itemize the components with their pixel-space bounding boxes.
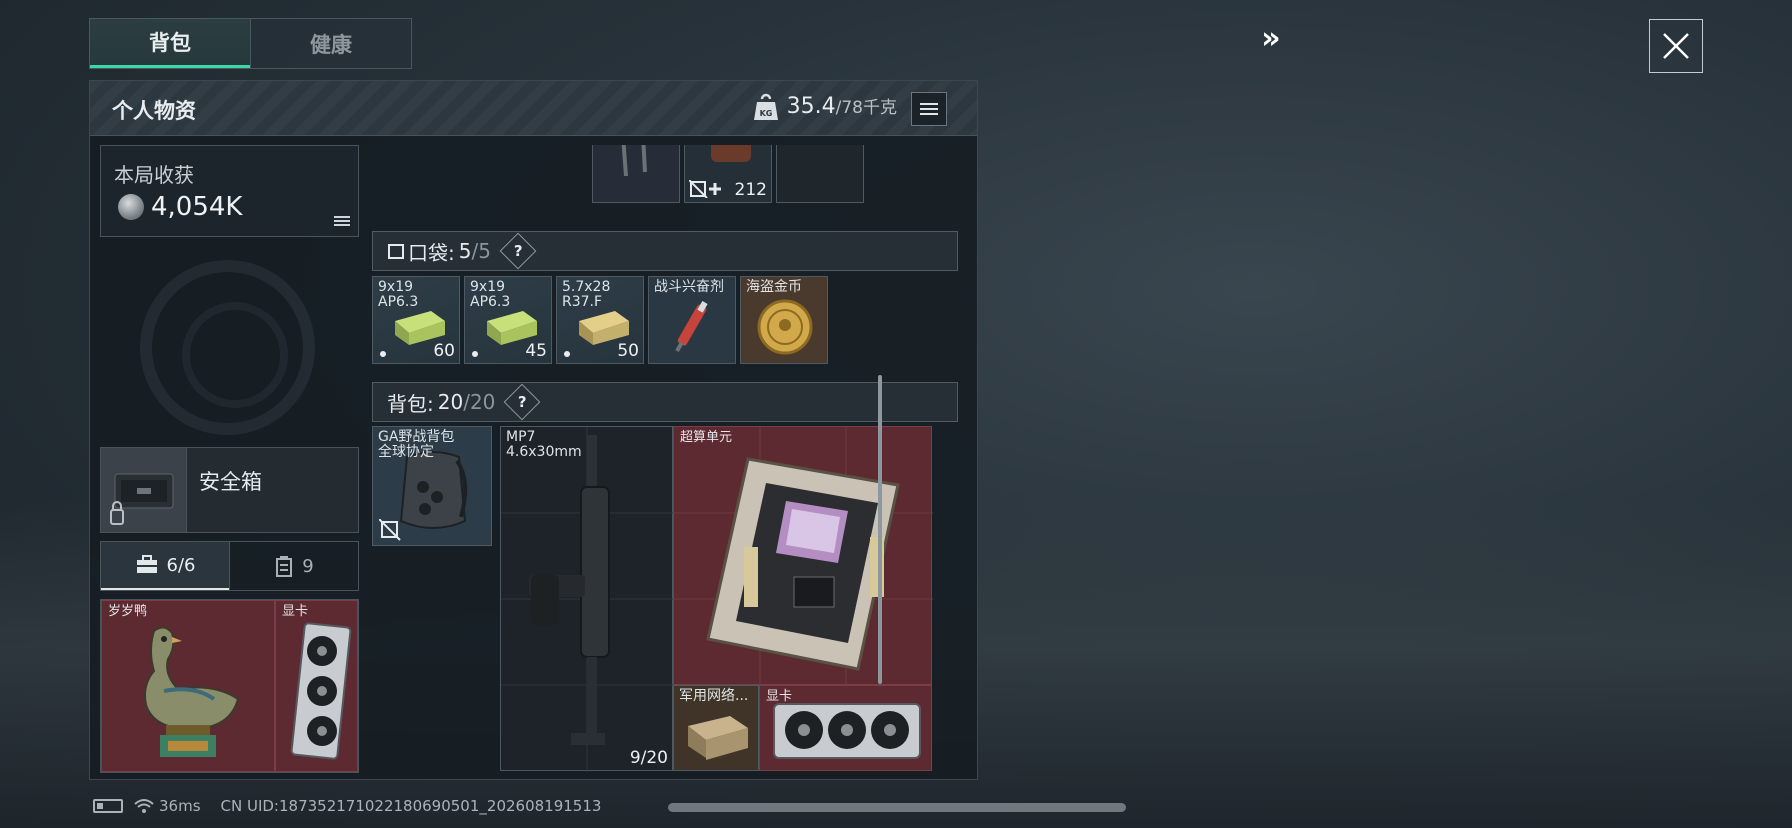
safebox-icon bbox=[110, 473, 174, 525]
supercomputing-unit-icon bbox=[674, 427, 933, 686]
coin-icon bbox=[118, 194, 144, 220]
list-icon bbox=[920, 100, 938, 118]
item-quantity: 60 bbox=[433, 341, 455, 361]
item-label: 9x19 AP6.3 bbox=[470, 279, 511, 310]
item-label: GA野战背包 全球协定 bbox=[378, 429, 455, 460]
kg-weight-icon: KG bbox=[753, 93, 778, 120]
weight-current: 35.4 bbox=[786, 94, 836, 119]
item-medkit[interactable]: 212 bbox=[684, 145, 772, 203]
item-label: 9x19 AP6.3 bbox=[378, 279, 419, 310]
duck-statue-icon bbox=[144, 626, 240, 757]
backpack-item-network[interactable]: 军用网络... bbox=[673, 685, 759, 771]
no-insure-plus-icon bbox=[689, 180, 721, 198]
weight-max: /78千克 bbox=[835, 98, 897, 118]
item-label: 海盗金币 bbox=[746, 279, 802, 295]
empty-slot[interactable] bbox=[776, 145, 864, 203]
backpack-count: 20 bbox=[437, 390, 464, 414]
no-insure-icon bbox=[379, 519, 401, 541]
expand-icon[interactable]: » bbox=[1254, 24, 1288, 54]
backpack-item-bag[interactable]: GA野战背包 全球协定 bbox=[372, 426, 492, 546]
list-view-button[interactable] bbox=[911, 92, 947, 126]
item-label: 战斗兴奋剂 bbox=[654, 279, 724, 295]
item-label: 岁岁鸭 bbox=[108, 604, 148, 619]
battery-icon bbox=[93, 799, 123, 813]
pockets-max: /5 bbox=[471, 239, 491, 263]
svg-text:KG: KG bbox=[759, 109, 772, 118]
round-harvest[interactable]: 本局收获 4,054K bbox=[100, 145, 359, 237]
pocket-item-4[interactable]: 战斗兴奋剂 bbox=[648, 276, 736, 364]
ammo-count: 9/20 bbox=[629, 748, 668, 768]
backpack-max: /20 bbox=[463, 390, 496, 414]
left-column: 本局收获 4,054K 安全箱 6/6 9 岁岁鸭 显卡 bbox=[100, 145, 359, 775]
tab-backpack[interactable]: 背包 bbox=[90, 19, 250, 68]
rarity-dot bbox=[472, 351, 478, 357]
tab-container[interactable]: 9 bbox=[229, 542, 358, 590]
container-count: 9 bbox=[302, 555, 314, 577]
wifi-icon bbox=[134, 799, 154, 813]
item-slot-partial[interactable] bbox=[592, 145, 680, 203]
item-label: 显卡 bbox=[282, 604, 309, 619]
close-icon bbox=[1663, 33, 1689, 59]
medkit-icon bbox=[711, 145, 751, 162]
item-gpu-small[interactable]: 显卡 bbox=[275, 600, 358, 772]
container-icon bbox=[276, 556, 293, 577]
help-icon: ? bbox=[513, 241, 523, 260]
pocket-item-5[interactable]: 海盗金币 bbox=[740, 276, 828, 364]
player-uid: CN UID:18735217102218069050​1_2026081915… bbox=[220, 797, 602, 815]
pouch-grid: 岁岁鸭 显卡 bbox=[100, 599, 359, 773]
item-label: 军用网络... bbox=[679, 688, 749, 704]
backpack-item-mp7[interactable]: MP7 4.6x30mm 9/20 bbox=[500, 426, 674, 772]
backpack-label: 背包: bbox=[387, 391, 434, 416]
backpack-item-supercomputer[interactable]: 超算单元 bbox=[673, 426, 933, 686]
backpack-header: 背包: 20 /20 ? bbox=[372, 382, 958, 422]
help-button[interactable]: ? bbox=[504, 383, 541, 421]
top-tab-bar: 背包 健康 bbox=[89, 18, 412, 69]
item-duck[interactable]: 岁岁鸭 bbox=[101, 600, 275, 772]
item-label: 超算单元 bbox=[680, 430, 733, 445]
item-quantity: 50 bbox=[617, 341, 639, 361]
weight-display: KG 35.4 /78千克 bbox=[753, 93, 897, 121]
safebox-thumbnail bbox=[101, 448, 187, 532]
tool-icon bbox=[621, 145, 647, 177]
smg-icon bbox=[501, 427, 674, 772]
right-column: 212 口袋: 5 /5 ? 9x19AP6.3 60 9x19AP6.3 bbox=[372, 145, 958, 775]
close-button[interactable] bbox=[1649, 19, 1703, 73]
inventory-scrollbar[interactable] bbox=[878, 375, 882, 684]
panel-title: 个人物资 bbox=[112, 99, 196, 123]
pouch-tabs: 6/6 9 bbox=[100, 541, 359, 591]
inventory-panel: 个人物资 KG 35.4 /78千克 本局收获 4,054K 安全箱 6/6 9… bbox=[89, 80, 978, 780]
pocket-item-2[interactable]: 9x19 AP6.3 45 bbox=[464, 276, 552, 364]
pockets-header: 口袋: 5 /5 ? bbox=[372, 231, 958, 271]
safebox-slot[interactable]: 安全箱 bbox=[100, 447, 359, 533]
item-label: MP7 4.6x30mm bbox=[506, 429, 582, 460]
list-icon bbox=[334, 214, 350, 228]
case-count: 6/6 bbox=[166, 554, 196, 576]
briefcase-icon bbox=[136, 555, 157, 573]
tab-health[interactable]: 健康 bbox=[250, 19, 411, 68]
pockets-label: 口袋: bbox=[408, 240, 455, 265]
item-quantity: 212 bbox=[734, 180, 767, 200]
status-bar: 36ms CN UID:18735217102218069050​1_20260… bbox=[93, 797, 601, 815]
graphics-card-icon bbox=[290, 622, 352, 760]
item-label: 显卡 bbox=[766, 689, 793, 704]
help-button[interactable]: ? bbox=[499, 232, 537, 270]
backpack-item-gpu[interactable]: 显卡 bbox=[759, 685, 932, 771]
panel-header: 个人物资 KG 35.4 /78千克 bbox=[90, 81, 977, 136]
pocket-icon bbox=[388, 244, 404, 259]
harvest-label: 本局收获 bbox=[114, 163, 194, 187]
item-label: 5.7x28 R37.F bbox=[562, 279, 611, 310]
help-icon: ? bbox=[518, 392, 527, 411]
pocket-item-3[interactable]: 5.7x28 R37.F 50 bbox=[556, 276, 644, 364]
rarity-dot bbox=[564, 351, 570, 357]
horizontal-scrollbar[interactable] bbox=[668, 803, 1126, 812]
item-quantity: 45 bbox=[525, 341, 547, 361]
faction-emblem bbox=[140, 260, 315, 435]
rarity-dot bbox=[380, 351, 386, 357]
safebox-label: 安全箱 bbox=[199, 470, 262, 494]
tab-case[interactable]: 6/6 bbox=[101, 542, 229, 590]
harvest-value: 4,054K bbox=[151, 192, 243, 222]
ping-value: 36ms bbox=[159, 797, 201, 815]
pocket-item-1[interactable]: 9x19 AP6.3 60 bbox=[372, 276, 460, 364]
pockets-count: 5 bbox=[458, 239, 472, 263]
